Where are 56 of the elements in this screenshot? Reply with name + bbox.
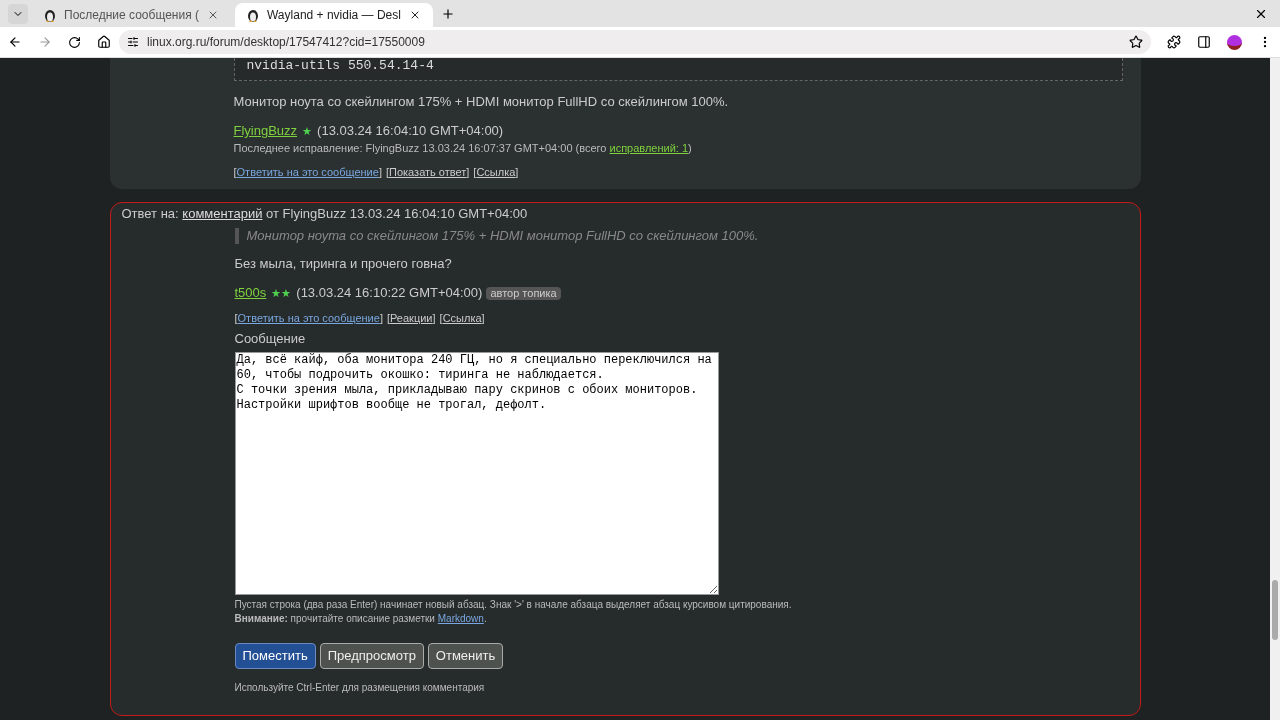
forward-icon[interactable] (38, 35, 52, 49)
author-link[interactable]: t500s (234, 285, 267, 301)
submit-button[interactable]: Поместить (234, 643, 316, 669)
url-text: linux.org.ru/forum/desktop/17547412?cid=17550009 (147, 34, 426, 51)
edit-info: Последнее исправление: FlyingBuzz 13.03.24 16:07:37 GMT+04:00 (всего исправлений: 1) (233, 141, 693, 155)
browser-tab[interactable]: Последние сообщения ( (32, 3, 231, 27)
comment-link[interactable]: Реакции (390, 311, 433, 325)
tab-title: Wayland + nvidia — Desl (267, 7, 401, 24)
form-button[interactable]: Отменить (427, 643, 504, 669)
site-settings-icon[interactable] (127, 36, 139, 48)
message-label: Сообщение (234, 331, 307, 347)
extensions-icon[interactable] (1167, 35, 1181, 49)
bracket: [ (385, 165, 389, 179)
bracket: ] (378, 165, 382, 179)
close-icon[interactable] (1254, 7, 1268, 21)
quote-block: Монитор ноута со скейлингом 175% + HDMI монитор FullHD со скейлингом 100%. (234, 228, 1129, 244)
back-icon[interactable] (8, 35, 22, 49)
hint-text: Пустая строка (два раза Enter) начинает новый абзац. Знак '>' в начале абзаца выделяет абзац курсивом цитирования. (234, 598, 793, 612)
profile-avatar[interactable] (1227, 34, 1242, 50)
scrollbar[interactable] (1270, 58, 1280, 720)
new-tab-icon[interactable] (440, 7, 455, 21)
bookmark-icon[interactable] (1129, 35, 1143, 49)
address-bar[interactable]: linux.org.ru/forum/desktop/17547412?cid=17550009 (119, 30, 1151, 54)
bracket: [ (439, 311, 443, 325)
comment-date: (13.03.24 16:10:22 GMT+04:00) (296, 285, 483, 301)
bracket: ] (515, 165, 519, 179)
comment-date: (13.03.24 16:04:10 GMT+04:00) (317, 123, 504, 139)
reload-icon[interactable] (68, 35, 81, 49)
penguin-icon (247, 7, 259, 23)
code-block: nvidia-utils 550.54.14-4 (233, 58, 1123, 81)
bracket: ] (379, 311, 383, 325)
bracket: ] (481, 311, 485, 325)
comment-link[interactable]: комментарий (182, 206, 263, 221)
penguin-icon (44, 7, 56, 23)
bracket: [ (234, 311, 238, 325)
bracket: [ (233, 165, 237, 179)
reply-header: Ответ на: комментарий от FlyingBuzz 13.03.24 16:04:10 GMT+04:00 (121, 206, 529, 222)
bracket: ] (466, 165, 470, 179)
tab-title: Последние сообщения ( (64, 7, 199, 24)
shortcut-hint: Используйте Ctrl-Enter для размещения комментария (234, 681, 486, 695)
author-link[interactable]: FlyingBuzz (233, 123, 298, 139)
markdown-link[interactable]: Markdown (437, 613, 484, 624)
author-badge: автор топика (486, 286, 561, 300)
rank-stars: ★ (302, 124, 313, 139)
home-icon[interactable] (97, 35, 111, 49)
markdown-note: Внимание: прочитайте описание разметки Markdown. (234, 612, 488, 626)
browser-tab[interactable]: Wayland + nvidia — Desl (235, 3, 433, 27)
form-button[interactable]: Предпросмотр (319, 643, 424, 669)
comment-text: Монитор ноута со скейлингом 175% + HDMI монитор FullHD со скейлингом 100%. (233, 94, 730, 110)
bracket: [ (386, 311, 390, 325)
bracket: ] (432, 311, 436, 325)
bracket: [ (473, 165, 477, 179)
side-panel-icon[interactable] (1197, 35, 1211, 49)
rank-stars: ★★ (271, 286, 292, 301)
message-field[interactable]: Да, всё кайф, оба монитора 240 ГЦ, но я специально переключился на 60, чтобы подрочить окошко: тиринга не наблюдается. С точки зрения мыла, прикладываю пару скринов с обоих мониторов. Настройки шрифтов вообще не трогал, дефолт. (234, 352, 719, 595)
comment-text: Без мыла, тиринга и прочего говна? (234, 256, 453, 272)
